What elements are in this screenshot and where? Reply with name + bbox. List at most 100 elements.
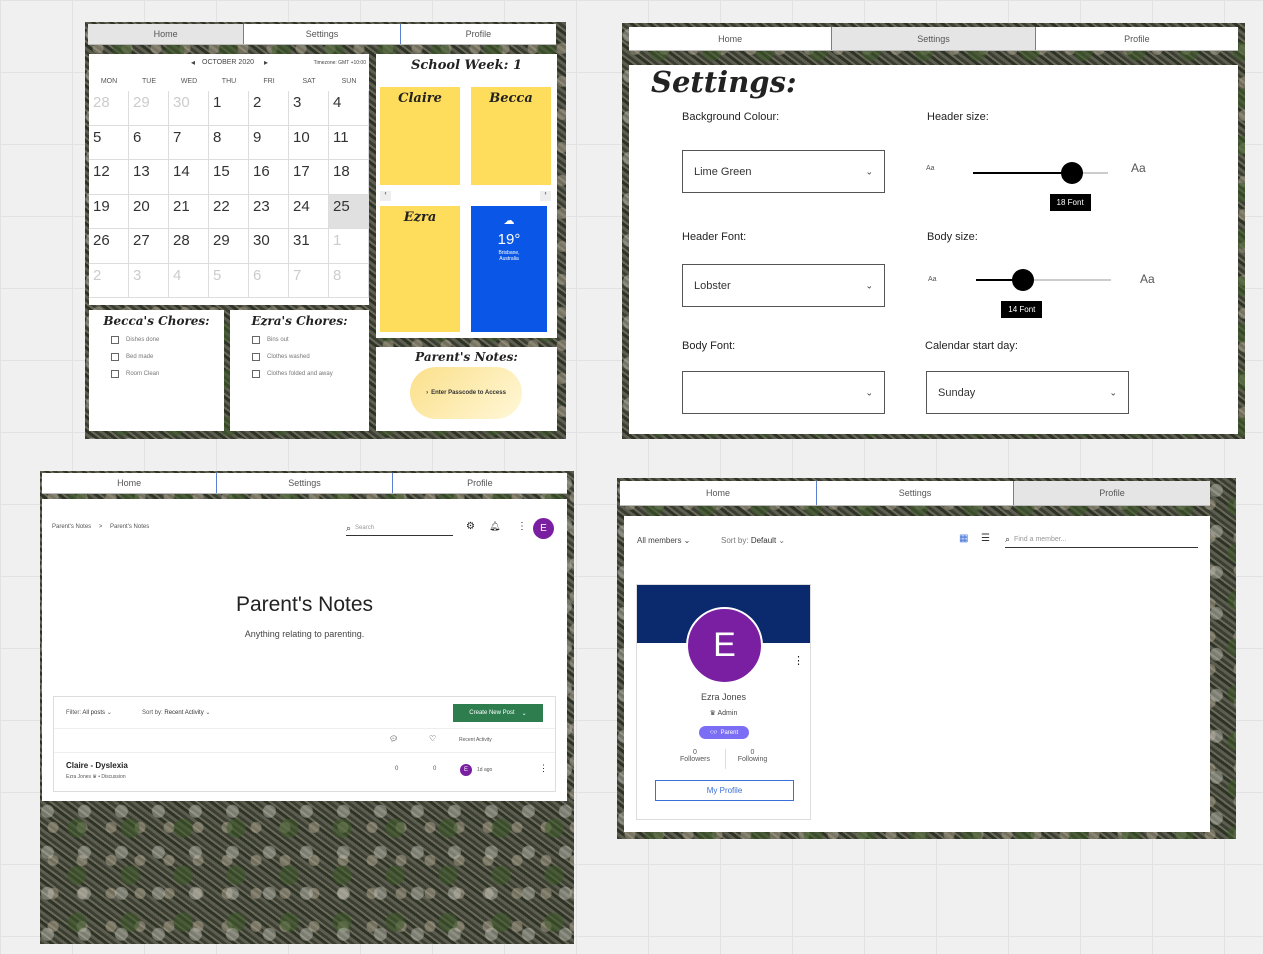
tab-profile[interactable]: Profile: [401, 24, 556, 44]
list-view-icon[interactable]: ☰: [981, 533, 990, 544]
calendar-day[interactable]: 10: [289, 125, 329, 160]
calendar-day[interactable]: 28: [89, 91, 129, 126]
calendar-day[interactable]: 1: [209, 91, 249, 126]
background-colour-select[interactable]: Lime Green ⌄: [682, 150, 885, 193]
chore-item[interactable]: Clothes washed: [252, 353, 369, 361]
calendar-day[interactable]: 26: [89, 229, 129, 264]
calendar-day[interactable]: 19: [89, 194, 129, 229]
grid-view-icon[interactable]: ▦: [959, 533, 968, 544]
calendar-day[interactable]: 2: [249, 91, 289, 126]
calendar-day[interactable]: 20: [129, 194, 169, 229]
tab-home[interactable]: Home: [88, 24, 245, 44]
header-size-slider-handle[interactable]: [1060, 162, 1083, 184]
calendar-day[interactable]: 30: [249, 229, 289, 264]
calendar-day[interactable]: 7: [169, 125, 209, 160]
body-size-slider-handle[interactable]: [1012, 269, 1035, 291]
chore-item[interactable]: Bins out: [252, 336, 369, 344]
bell-icon[interactable]: 🔔︎: [489, 521, 500, 532]
calendar-day[interactable]: 6: [249, 263, 289, 298]
calendar-day[interactable]: 5: [209, 263, 249, 298]
post-title[interactable]: Claire - Dyslexia: [66, 761, 128, 770]
calendar-day[interactable]: 6: [129, 125, 169, 160]
calendar-day[interactable]: 30: [169, 91, 209, 126]
tab-settings[interactable]: Settings: [217, 473, 393, 493]
calendar-day[interactable]: 21: [169, 194, 209, 229]
tab-settings[interactable]: Settings: [832, 27, 1036, 50]
calendar-day[interactable]: 7: [289, 263, 329, 298]
calendar-day[interactable]: 15: [209, 160, 249, 195]
gear-icon[interactable]: ⚙: [466, 521, 475, 532]
body-font-select[interactable]: ⌄: [682, 371, 885, 414]
following-stat[interactable]: 0 Following: [725, 749, 780, 763]
calendar-day[interactable]: 28: [169, 229, 209, 264]
post-author[interactable]: Ezra Jones: [66, 774, 91, 780]
sticky-note-becca[interactable]: Becca: [471, 87, 551, 185]
avatar[interactable]: E: [533, 518, 554, 539]
chore-item[interactable]: Bed made: [111, 353, 224, 361]
checkbox[interactable]: [252, 353, 260, 361]
calendar-day[interactable]: 27: [129, 229, 169, 264]
checkbox[interactable]: [111, 353, 119, 361]
chore-item[interactable]: Clothes folded and away: [252, 370, 369, 378]
calendar-day[interactable]: 24: [289, 194, 329, 229]
body-size-slider[interactable]: [976, 279, 1111, 281]
tab-home[interactable]: Home: [629, 27, 833, 50]
more-vertical-icon[interactable]: ⋮: [793, 654, 804, 667]
more-vertical-icon[interactable]: ⋮: [539, 763, 548, 774]
calendar-day[interactable]: 3: [129, 263, 169, 298]
chore-item[interactable]: Room Clean: [111, 370, 224, 378]
calendar-day[interactable]: 29: [129, 91, 169, 126]
create-new-post-button[interactable]: Create New Post ⌄: [453, 704, 543, 722]
calendar-day[interactable]: 13: [129, 160, 169, 195]
sticky-note-ezra[interactable]: Ezra: [380, 206, 460, 332]
calendar-day[interactable]: 1: [329, 229, 369, 264]
tab-profile[interactable]: Profile: [1014, 481, 1210, 505]
tab-home[interactable]: Home: [620, 481, 817, 505]
weather-widget[interactable]: ☁ 19° Brisbane, Australia: [471, 206, 547, 332]
breadcrumb-link[interactable]: Parent's Notes: [52, 524, 91, 530]
scroll-left-arrow[interactable]: ‹: [380, 191, 391, 201]
calendar-day[interactable]: 18: [329, 160, 369, 195]
calendar-day[interactable]: 12: [89, 160, 129, 195]
calendar-day[interactable]: 17: [289, 160, 329, 195]
sort-dropdown[interactable]: Sort by: Recent Activity ⌄: [142, 709, 210, 716]
calendar-day[interactable]: 16: [249, 160, 289, 195]
calendar-day[interactable]: 3: [289, 91, 329, 126]
header-font-select[interactable]: Lobster ⌄: [682, 264, 885, 307]
tab-settings[interactable]: Settings: [817, 481, 1014, 505]
prev-month-button[interactable]: ◂: [191, 58, 195, 67]
more-vertical-icon[interactable]: ⋮: [517, 521, 527, 532]
members-filter-dropdown[interactable]: All members ⌄: [637, 536, 690, 545]
tab-settings[interactable]: Settings: [244, 24, 401, 44]
tab-profile[interactable]: Profile: [393, 473, 567, 493]
header-size-slider[interactable]: [973, 172, 1108, 174]
checkbox[interactable]: [111, 370, 119, 378]
calendar-day[interactable]: 31: [289, 229, 329, 264]
calendar-day[interactable]: 9: [249, 125, 289, 160]
search-input[interactable]: ⌕ Search: [346, 521, 453, 536]
member-search-input[interactable]: ⌕ Find a member...: [1005, 532, 1198, 548]
calendar-day[interactable]: 8: [329, 263, 369, 298]
calendar-day[interactable]: 4: [329, 91, 369, 126]
followers-stat[interactable]: 0 Followers: [665, 749, 725, 763]
calendar-day[interactable]: 2: [89, 263, 129, 298]
calendar-day[interactable]: 8: [209, 125, 249, 160]
member-card[interactable]: E ⋮ Ezra Jones ♛ Admin 👓︎ Parent 0 Follow…: [636, 584, 811, 820]
my-profile-button[interactable]: My Profile: [655, 780, 794, 801]
calendar-day[interactable]: 29: [209, 229, 249, 264]
enter-passcode-button[interactable]: › Enter Passcode to Access: [410, 367, 522, 419]
next-month-button[interactable]: ▸: [264, 58, 268, 67]
calendar-day[interactable]: 22: [209, 194, 249, 229]
scroll-right-arrow[interactable]: ›: [540, 191, 551, 201]
sticky-note-claire[interactable]: Claire: [380, 87, 460, 185]
chore-item[interactable]: Dishes done: [111, 336, 224, 344]
calendar-day[interactable]: 5: [89, 125, 129, 160]
checkbox[interactable]: [111, 336, 119, 344]
tab-profile[interactable]: Profile: [1036, 27, 1238, 50]
calendar-start-select[interactable]: Sunday ⌄: [926, 371, 1129, 414]
calendar-day[interactable]: 23: [249, 194, 289, 229]
calendar-day[interactable]: 11: [329, 125, 369, 160]
tab-home[interactable]: Home: [42, 473, 218, 493]
checkbox[interactable]: [252, 336, 260, 344]
calendar-day[interactable]: 14: [169, 160, 209, 195]
